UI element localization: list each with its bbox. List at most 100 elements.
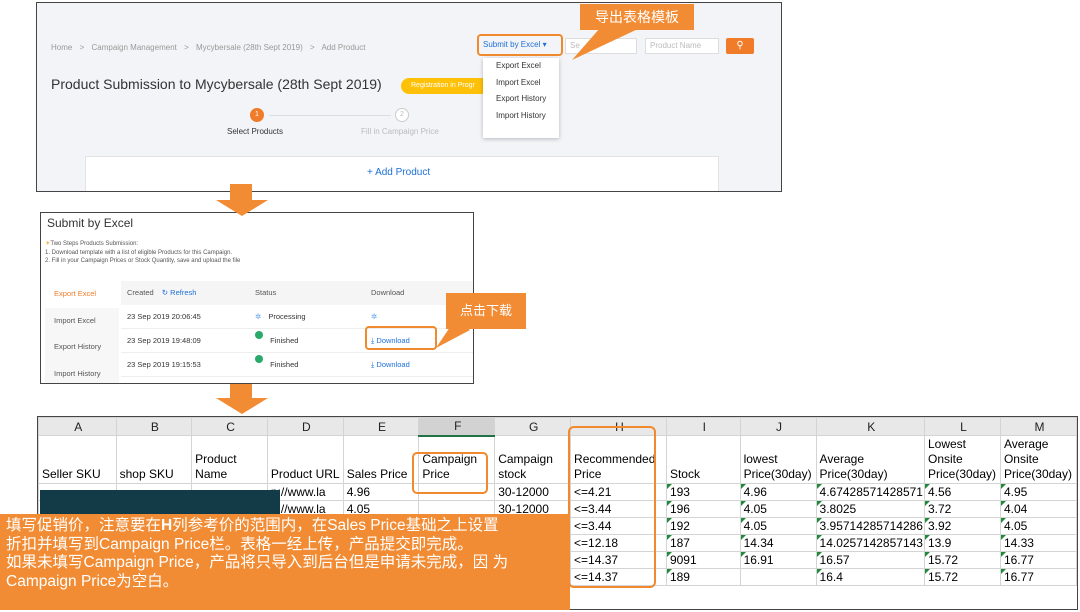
header-cell[interactable]: Sales Price — [342, 435, 420, 484]
row-status: ✲ Processing — [255, 305, 306, 329]
sheet-cell[interactable]: 30-12000 — [494, 483, 572, 501]
add-product-button[interactable]: + Add Product — [367, 167, 430, 178]
menu-item-export-excel[interactable]: Export Excel — [483, 58, 559, 75]
sheet-cell[interactable]: 3.92 — [923, 517, 1001, 535]
sheet-cell[interactable]: 187 — [665, 534, 741, 552]
sidebar-item-export-history[interactable]: Export History — [45, 334, 119, 361]
column-letter-m[interactable]: M — [999, 417, 1077, 436]
header-cell[interactable]: Product Name — [191, 435, 268, 484]
download-link[interactable]: ⤓ Download — [371, 353, 410, 377]
search-input[interactable]: Se — [565, 38, 637, 54]
column-letter-c[interactable]: C — [191, 417, 268, 436]
menu-item-export-history[interactable]: Export History — [483, 91, 559, 108]
sheet-cell[interactable]: 4.05 — [739, 500, 817, 518]
sheet-cell[interactable]: 4.96 — [739, 483, 817, 501]
column-letter-j[interactable]: J — [739, 417, 817, 436]
header-row: Seller SKU shop SKU Product Name Product UR… — [38, 435, 1077, 484]
sheet-cell[interactable]: 4.05 — [739, 517, 817, 535]
processing-icon: ✲ — [371, 312, 378, 321]
sheet-cell[interactable]: 16.57 — [815, 551, 925, 569]
sheet-cell[interactable]: 196 — [665, 500, 741, 518]
sheet-cell[interactable]: 4.96 — [342, 483, 420, 501]
status-label: Finished — [270, 336, 299, 345]
header-cell[interactable]: Campaign stock — [494, 435, 572, 484]
header-cell[interactable]: Product URL — [266, 435, 344, 484]
note-line-1: 1. Download template with a list of elig… — [45, 249, 233, 256]
sheet-cell[interactable]: 3.8025 — [815, 500, 925, 518]
menu-item-import-excel[interactable]: Import Excel — [483, 75, 559, 92]
sheet-cell[interactable]: 15.72 — [923, 568, 1001, 586]
sheet-cell[interactable]: 13.9 — [923, 534, 1001, 552]
column-letter-l[interactable]: L — [923, 417, 1001, 436]
highlight-box — [477, 34, 563, 56]
step-2-label: Fill in Campaign Price — [361, 127, 439, 136]
search-icon: ⚲ — [736, 40, 744, 51]
sheet-cell[interactable]: 4.56 — [923, 483, 1001, 501]
click-download-callout: 点击下载 — [446, 293, 526, 329]
sheet-cell[interactable]: 193 — [665, 483, 741, 501]
column-letter-e[interactable]: E — [342, 417, 420, 436]
export-template-callout: 导出表格模板 — [580, 4, 694, 30]
header-cell[interactable]: lowest Price(30day) — [739, 435, 817, 484]
download-label: Download — [376, 360, 410, 369]
column-letter-a[interactable]: A — [38, 417, 117, 436]
header-cell[interactable]: shop SKU — [115, 435, 193, 484]
column-letter-d[interactable]: D — [266, 417, 344, 436]
sheet-cell[interactable]: 16.91 — [739, 551, 817, 569]
breadcrumb-home[interactable]: Home — [51, 43, 72, 52]
sheet-cell[interactable]: 16.77 — [999, 551, 1077, 569]
sheet-cell[interactable] — [739, 568, 817, 586]
header-cell[interactable]: Average Onsite Price(30day) — [999, 435, 1077, 484]
column-letter-k[interactable]: K — [815, 417, 925, 436]
sheet-cell[interactable]: 3.72 — [923, 500, 1001, 518]
column-letter-i[interactable]: I — [665, 417, 741, 436]
header-cell[interactable]: Seller SKU — [38, 435, 117, 484]
column-created: Created ↻ Refresh — [127, 281, 196, 305]
sheet-cell[interactable]: 9091 — [665, 551, 741, 569]
breadcrumb-campaign[interactable]: Mycybersale (28th Sept 2019) — [196, 43, 303, 52]
column-letter-b[interactable]: B — [115, 417, 193, 436]
check-icon: ✓ — [255, 331, 263, 346]
sheet-cell[interactable]: 189 — [665, 568, 741, 586]
sheet-cell[interactable]: 16.4 — [815, 568, 925, 586]
down-arrow-icon — [216, 384, 268, 414]
sheet-cell[interactable]: 14.33 — [999, 534, 1077, 552]
sheet-cell[interactable]: 4.05 — [999, 517, 1077, 535]
note-title: Two Steps Products Submission: — [50, 241, 139, 247]
campaign-page-panel: Home > Campaign Management > Mycybersale… — [36, 2, 782, 192]
header-cell[interactable]: Stock — [665, 435, 741, 484]
search-button[interactable]: ⚲ — [726, 38, 754, 54]
instruction-text: 折扣并填写到Campaign Price栏。表格一经上传，产品提交即完成。 — [6, 535, 473, 553]
sidebar-item-import-excel[interactable]: Import Excel — [45, 308, 119, 335]
sheet-cell[interactable]: 14.34 — [739, 534, 817, 552]
header-cell[interactable]: Average Price(30day) — [815, 435, 925, 484]
header-cell[interactable]: Lowest Onsite Price(30day) — [923, 435, 1001, 484]
breadcrumb: Home > Campaign Management > Mycybersale… — [51, 43, 370, 52]
menu-item-import-history[interactable]: Import History — [483, 108, 559, 125]
status-label: Processing — [268, 312, 306, 321]
product-name-input[interactable]: Product Name — [645, 38, 719, 54]
sheet-cell[interactable]: 4.95 — [999, 483, 1077, 501]
breadcrumb-campaign-management[interactable]: Campaign Management — [91, 43, 176, 52]
status-label: Finished — [270, 360, 299, 369]
processing-icon: ✲ — [255, 312, 262, 321]
sheet-cell[interactable]: 3.95714285714286 — [815, 517, 925, 535]
sheet-cell[interactable]: 14.0257142857143 — [815, 534, 925, 552]
sidebar-item-export-excel[interactable]: Export Excel — [45, 281, 119, 308]
highlight-box — [412, 452, 488, 494]
breadcrumb-separator: > — [184, 43, 189, 52]
sheet-cell[interactable]: 4.67428571428571 — [815, 483, 925, 501]
sheet-cell[interactable]: 16.77 — [999, 568, 1077, 586]
sheet-cell[interactable]: 192 — [665, 517, 741, 535]
sheet-cell[interactable]: 15.72 — [923, 551, 1001, 569]
instruction-text: Campaign Price为空白。 — [6, 572, 179, 590]
refresh-button[interactable]: ↻ Refresh — [162, 288, 197, 297]
column-letter-f[interactable]: F — [418, 417, 496, 437]
highlight-box — [568, 426, 656, 588]
sheet-cell[interactable]: 4.04 — [999, 500, 1077, 518]
step-connector — [269, 115, 391, 116]
column-letter-g[interactable]: G — [494, 417, 572, 436]
step-1-label: Select Products — [227, 127, 284, 136]
instructions-note: ☀Two Steps Products Submission: 1. Downl… — [45, 240, 240, 266]
sidebar-item-import-history[interactable]: Import History — [45, 361, 119, 384]
